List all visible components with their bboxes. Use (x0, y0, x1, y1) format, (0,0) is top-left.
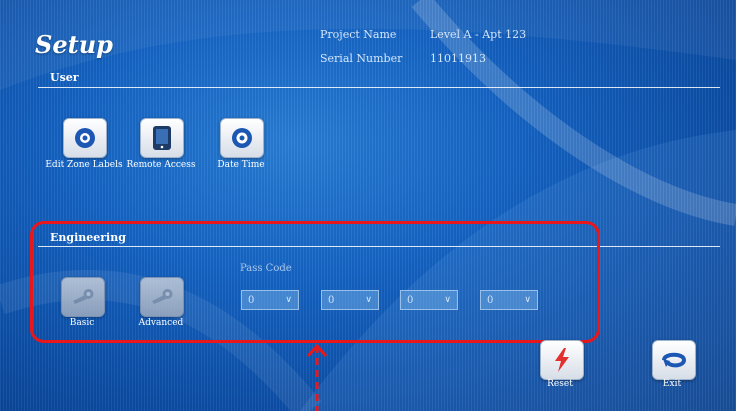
highlight-box (30, 221, 600, 343)
setup-screen: Setup Project Name Level A - Apt 123 Ser… (0, 0, 736, 411)
edit-zone-labels-button[interactable] (63, 118, 107, 158)
eye-icon (75, 128, 95, 148)
serial-number-value: 11011913 (430, 52, 486, 65)
remote-access-button[interactable] (140, 118, 184, 158)
user-section-label: User (50, 71, 79, 84)
exit-label: Exit (662, 379, 682, 389)
clock-icon (232, 128, 252, 148)
project-name-label: Project Name (320, 28, 397, 41)
exit-button[interactable] (652, 340, 696, 380)
edit-zone-labels-label: Edit Zone Labels (45, 160, 123, 170)
tablet-icon (153, 126, 171, 150)
date-time-label: Date Time (217, 160, 265, 170)
annotation-arrow (306, 343, 328, 411)
exit-arrow-icon (662, 352, 687, 368)
serial-number-label: Serial Number (320, 52, 403, 65)
date-time-button[interactable] (220, 118, 264, 158)
reset-button[interactable] (540, 340, 584, 380)
user-divider (38, 87, 720, 88)
lightning-icon (555, 348, 569, 372)
page-title: Setup (35, 30, 113, 59)
reset-label: Reset (547, 379, 573, 389)
project-name-value: Level A - Apt 123 (430, 28, 527, 41)
remote-access-label: Remote Access (126, 160, 196, 170)
